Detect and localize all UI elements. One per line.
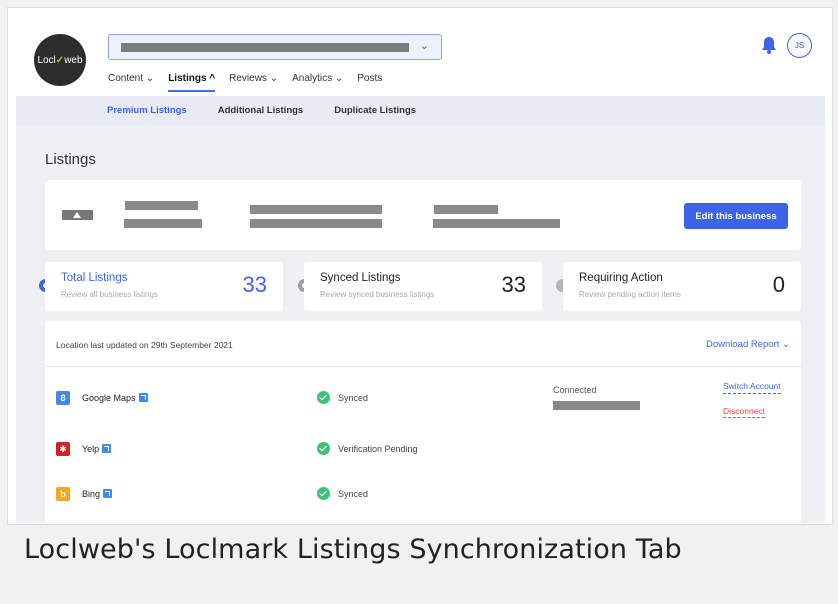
listing-status: Verification Pending xyxy=(338,444,418,454)
table-header: Location last updated on 29th September … xyxy=(45,321,801,367)
last-updated-text: Location last updated on 29th September … xyxy=(56,340,233,350)
nav-listings[interactable]: Listings ^ xyxy=(168,73,215,92)
stat-title: Requiring Action xyxy=(579,272,663,284)
notification-bell-icon[interactable] xyxy=(761,36,777,54)
stat-title: Synced Listings xyxy=(320,272,401,284)
listings-subnav: Premium Listings Additional Listings Dup… xyxy=(16,96,825,125)
table-row: b Bing Synced xyxy=(45,478,801,524)
redacted-text xyxy=(434,205,498,214)
redacted-text xyxy=(125,201,198,210)
tab-additional-listings[interactable]: Additional Listings xyxy=(218,105,304,116)
check-circle-icon xyxy=(317,442,330,455)
redacted-text xyxy=(250,219,382,228)
disconnect-link[interactable]: Disconnect xyxy=(723,406,766,418)
connected-label: Connected xyxy=(553,385,597,395)
table-row: ✱ Yelp Verification Pending xyxy=(45,433,801,479)
nav-content[interactable]: Content ⌄ xyxy=(108,73,154,92)
redacted-business-name xyxy=(121,43,409,52)
page-title: Listings xyxy=(45,151,96,168)
stat-value: 33 xyxy=(501,272,526,297)
nav-posts[interactable]: Posts xyxy=(357,73,382,92)
listing-name[interactable]: Yelp xyxy=(82,444,112,454)
stat-total-listings[interactable]: Total Listings Review all business listi… xyxy=(45,262,283,311)
switch-account-link[interactable]: Switch Account xyxy=(723,380,793,394)
stat-subtitle: Review all business listings xyxy=(61,290,158,299)
logo-text: Locl✓web xyxy=(37,54,83,66)
stat-subtitle: Review synced business listings xyxy=(320,290,435,299)
listing-status: Synced xyxy=(338,393,369,403)
yelp-icon: ✱ xyxy=(56,442,70,456)
loclweb-logo[interactable]: Locl✓web xyxy=(34,34,86,86)
external-link-icon[interactable] xyxy=(102,444,112,453)
redacted-text xyxy=(124,219,202,228)
business-selector[interactable]: ⌄ xyxy=(108,34,442,60)
main-nav: Content ⌄ Listings ^ Reviews ⌄ Analytics… xyxy=(108,73,396,92)
external-link-icon[interactable] xyxy=(138,393,148,402)
stat-subtitle: Review pending action items xyxy=(579,290,681,299)
image-placeholder-icon xyxy=(62,210,93,220)
stat-title: Total Listings xyxy=(61,272,128,284)
stat-value: 33 xyxy=(242,272,267,297)
nav-reviews[interactable]: Reviews ⌄ xyxy=(229,73,278,92)
tab-duplicate-listings[interactable]: Duplicate Listings xyxy=(334,105,416,116)
listings-table: Location last updated on 29th September … xyxy=(45,321,801,523)
check-circle-icon xyxy=(317,391,330,404)
download-report-button[interactable]: Download Report ⌄ xyxy=(706,339,790,350)
listing-name[interactable]: Bing xyxy=(82,489,113,499)
chevron-down-icon: ⌄ xyxy=(419,40,429,52)
redacted-text xyxy=(433,219,560,228)
listing-name[interactable]: Google Maps xyxy=(82,393,148,403)
stat-requiring-action[interactable]: Requiring Action Review pending action i… xyxy=(563,262,801,311)
nav-analytics[interactable]: Analytics ⌄ xyxy=(292,73,343,92)
tab-premium-listings[interactable]: Premium Listings xyxy=(107,105,187,116)
top-header: Locl✓web ⌄ Content ⌄ Listings ^ Reviews … xyxy=(16,14,825,96)
edit-business-button[interactable]: Edit this business xyxy=(684,203,788,229)
redacted-account xyxy=(553,401,640,410)
main-content: Listings Edit this business Total Listin… xyxy=(16,125,825,523)
listing-status: Synced xyxy=(338,489,369,499)
avatar[interactable]: JS xyxy=(787,33,812,58)
google-maps-icon: 8 xyxy=(56,391,70,405)
redacted-text xyxy=(250,205,382,214)
stat-value: 0 xyxy=(772,272,785,297)
stat-synced-listings[interactable]: Synced Listings Review synced business l… xyxy=(304,262,542,311)
table-row: 8 Google Maps Synced Connected Switch Ac… xyxy=(45,374,801,420)
bing-icon: b xyxy=(56,487,70,501)
check-circle-icon xyxy=(317,487,330,500)
external-link-icon[interactable] xyxy=(103,489,113,498)
business-card: Edit this business xyxy=(45,180,801,250)
figure-caption: Loclweb's Loclmark Listings Synchronizat… xyxy=(24,534,682,565)
